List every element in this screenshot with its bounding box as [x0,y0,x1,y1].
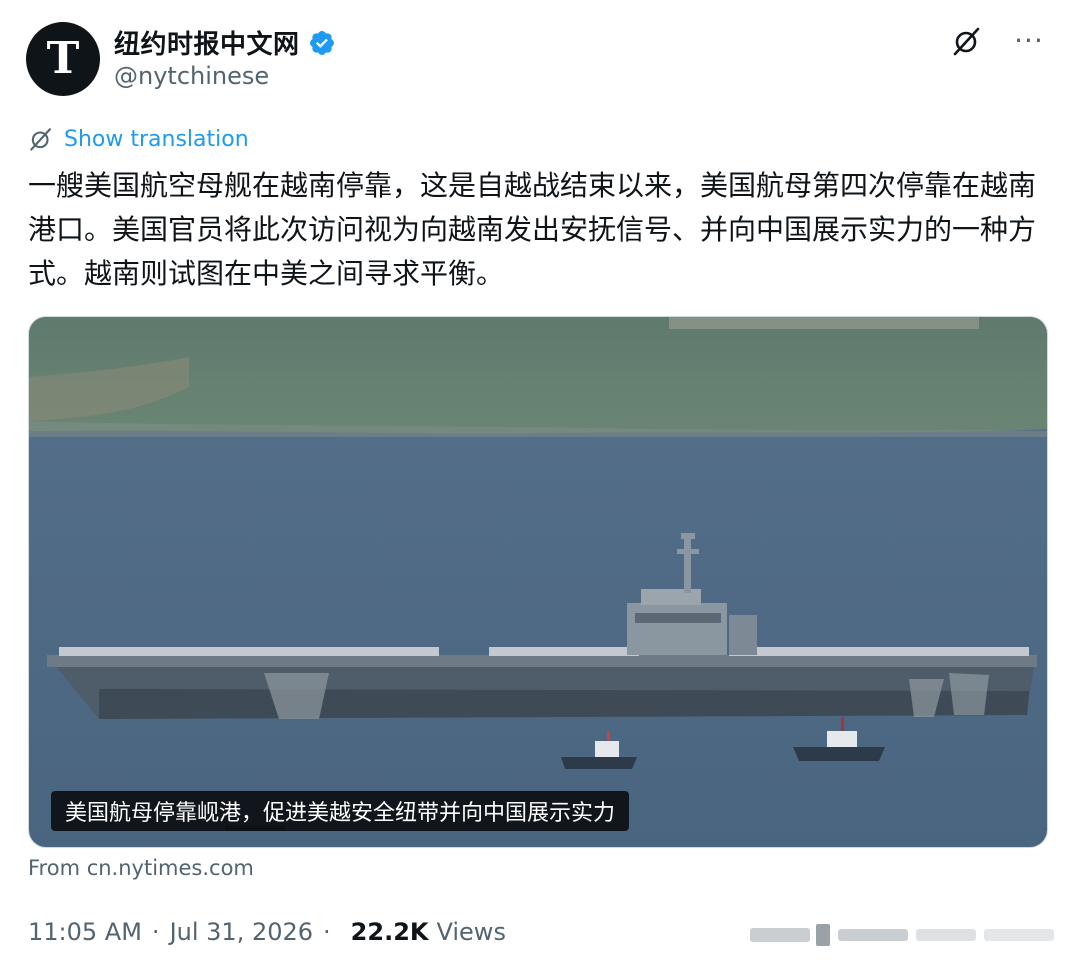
separator-dot: · [151,918,160,946]
top-actions: ··· [950,24,1046,58]
faded-stats-strip [750,924,1054,946]
tweet-text: 一艘美国航空母舰在越南停靠，这是自越战结束以来，美国航母第四次停靠在越南港口。美… [28,169,1037,290]
more-icon: ··· [1014,24,1044,57]
views-count: 22.2K [350,918,429,946]
separator-dot: · [323,918,331,946]
tweet-time[interactable]: 11:05 AM [28,918,142,946]
show-translation-label: Show translation [64,126,249,152]
verified-badge-icon [309,30,334,55]
grok-icon [953,27,980,56]
aircraft-carrier-photo [29,317,1047,847]
tweet-media[interactable]: 美国航母停靠岘港，促进美越安全纽带并向中国展示实力 [28,316,1048,848]
tweet-meta: 11:05 AM · Jul 31, 2026 · 22.2K Views [28,918,506,946]
media-caption: 美国航母停靠岘港，促进美越安全纽带并向中国展示实力 [51,791,630,831]
avatar-letter: T [46,33,80,84]
show-translation-link[interactable]: Show translation [28,126,249,152]
tweet-date[interactable]: Jul 31, 2026 [170,918,313,946]
views-label: Views [436,918,506,946]
account-handle[interactable]: @nytchinese [114,62,269,90]
display-name[interactable]: 纽约时报中文网 [114,24,300,61]
grok-translate-icon [30,128,51,151]
avatar[interactable]: T [26,22,100,96]
more-options-button[interactable]: ··· [1012,24,1046,58]
card-source-link[interactable]: From cn.nytimes.com [28,856,254,880]
author-name-row[interactable]: 纽约时报中文网 [114,24,336,61]
grok-button[interactable] [950,24,984,58]
